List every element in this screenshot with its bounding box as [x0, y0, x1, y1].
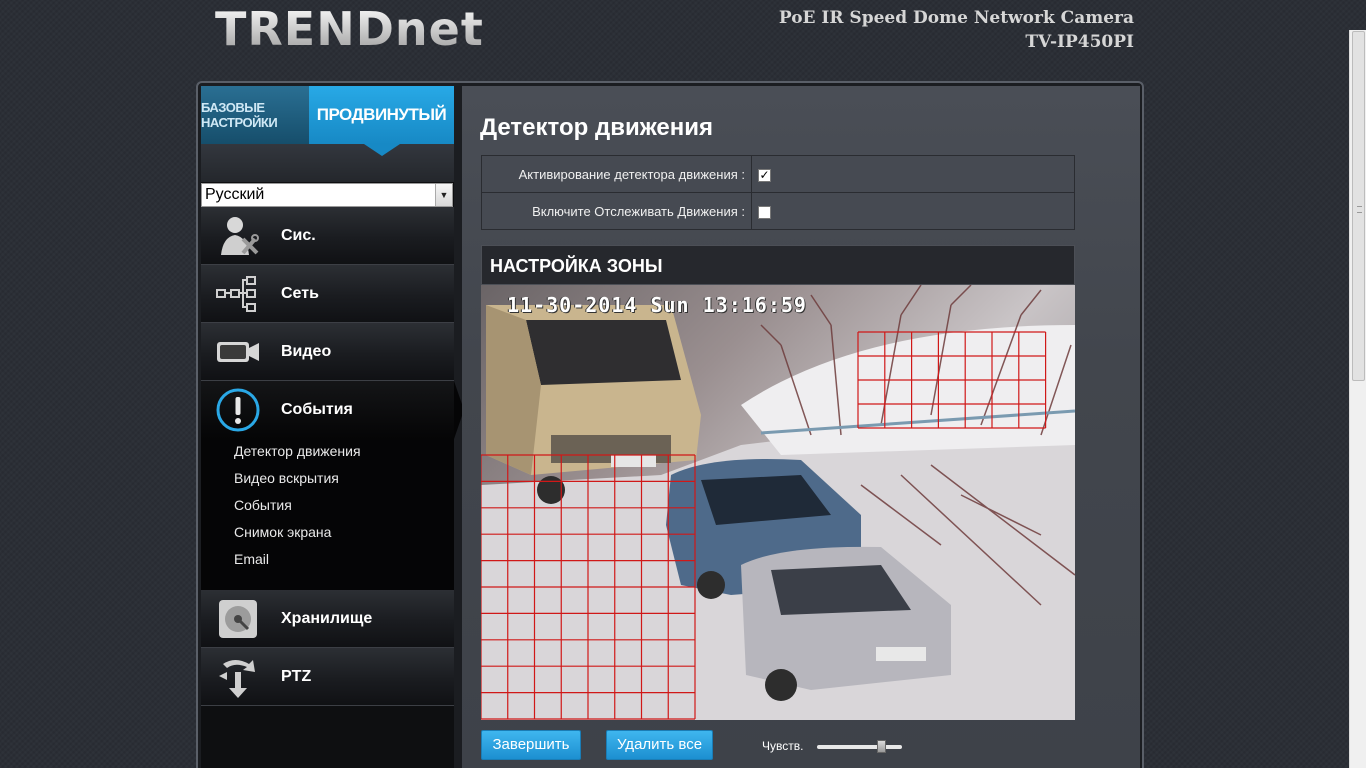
finish-button[interactable]: Завершить	[481, 730, 581, 760]
storage-disk-icon	[215, 596, 261, 642]
sidebar-item-network[interactable]: Сеть	[201, 265, 454, 323]
sidebar-item-label: Сеть	[281, 284, 319, 302]
setting-label: Включите Отслеживать Движения :	[481, 192, 752, 230]
video-camera-icon	[215, 329, 261, 375]
ptz-arrows-icon	[215, 654, 261, 700]
mode-tabs: БАЗОВЫЕ НАСТРОЙКИ ПРОДВИНУТЫЙ	[201, 86, 454, 144]
tab-advanced[interactable]: ПРОДВИНУТЫЙ	[309, 86, 454, 144]
zone-settings-header: НАСТРОЙКА ЗОНЫ	[481, 245, 1075, 285]
scrollbar-thumb[interactable]	[1352, 31, 1365, 381]
chevron-down-icon[interactable]: ▼	[435, 184, 452, 206]
submenu-tamper-video[interactable]: Видео вскрытия	[234, 465, 454, 492]
product-title: PoE IR Speed Dome Network Camera TV-IP45…	[779, 6, 1134, 54]
enable-motion-checkbox[interactable]: ✓	[758, 168, 771, 182]
language-band	[201, 144, 454, 182]
sidebar-item-ptz[interactable]: PTZ	[201, 648, 454, 706]
submenu-snapshot[interactable]: Снимок экрана	[234, 519, 454, 546]
network-tree-icon	[215, 271, 261, 317]
exclamation-icon	[215, 387, 261, 433]
sidebar-item-video[interactable]: Видео	[201, 323, 454, 381]
sidebar-item-storage[interactable]: Хранилище	[201, 590, 454, 648]
camera-scene	[481, 285, 1075, 720]
sensitivity-slider-track[interactable]	[817, 745, 902, 749]
product-model: TV-IP450PI	[1025, 32, 1134, 52]
setting-label: Активирование детектора движения :	[481, 155, 752, 193]
sidebar-item-label: Хранилище	[281, 609, 373, 627]
sidebar-item-label: PTZ	[281, 667, 312, 685]
submenu-motion-detection[interactable]: Детектор движения	[234, 438, 454, 465]
sidebar: БАЗОВЫЕ НАСТРОЙКИ ПРОДВИНУТЫЙ Русский ▼ …	[201, 86, 464, 768]
setting-row-enable-motion: Активирование детектора движения : ✓	[481, 155, 1075, 193]
sidebar-item-label: Видео	[281, 342, 332, 360]
camera-timestamp: 11-30-2014 Sun 13:16:59	[507, 293, 807, 317]
motion-settings-table: Активирование детектора движения : ✓ Вкл…	[481, 155, 1075, 230]
page-title: Детектор движения	[480, 114, 714, 141]
language-value: Русский	[205, 186, 265, 203]
camera-live-view[interactable]: 11-30-2014 Sun 13:16:59	[481, 285, 1075, 720]
events-submenu: Детектор движения Видео вскрытия События…	[201, 438, 454, 590]
active-tab-arrow	[364, 144, 400, 156]
language-select[interactable]: Русский ▼	[201, 183, 453, 207]
admin-tools-icon	[215, 213, 261, 259]
sidebar-item-label: События	[281, 401, 353, 418]
submenu-email[interactable]: Email	[234, 546, 454, 573]
product-name: PoE IR Speed Dome Network Camera	[778, 8, 1134, 28]
sensitivity-slider-thumb[interactable]	[877, 740, 887, 753]
tab-basic[interactable]: БАЗОВЫЕ НАСТРОЙКИ	[201, 86, 309, 144]
scrollbar-grip	[1357, 206, 1362, 213]
sidebar-item-events[interactable]: События	[201, 381, 464, 439]
sidebar-item-label: Сис.	[281, 226, 316, 244]
motion-tracking-checkbox[interactable]	[758, 205, 771, 219]
trendnet-logo: TRENDnet	[215, 2, 484, 56]
sensitivity-label: Чувств.	[762, 739, 804, 753]
submenu-events[interactable]: События	[234, 492, 454, 519]
sidebar-item-system[interactable]: Сис.	[201, 207, 454, 265]
page-scrollbar[interactable]	[1349, 30, 1366, 768]
setting-row-motion-tracking: Включите Отслеживать Движения :	[481, 192, 1075, 230]
delete-all-button[interactable]: Удалить все	[606, 730, 713, 760]
